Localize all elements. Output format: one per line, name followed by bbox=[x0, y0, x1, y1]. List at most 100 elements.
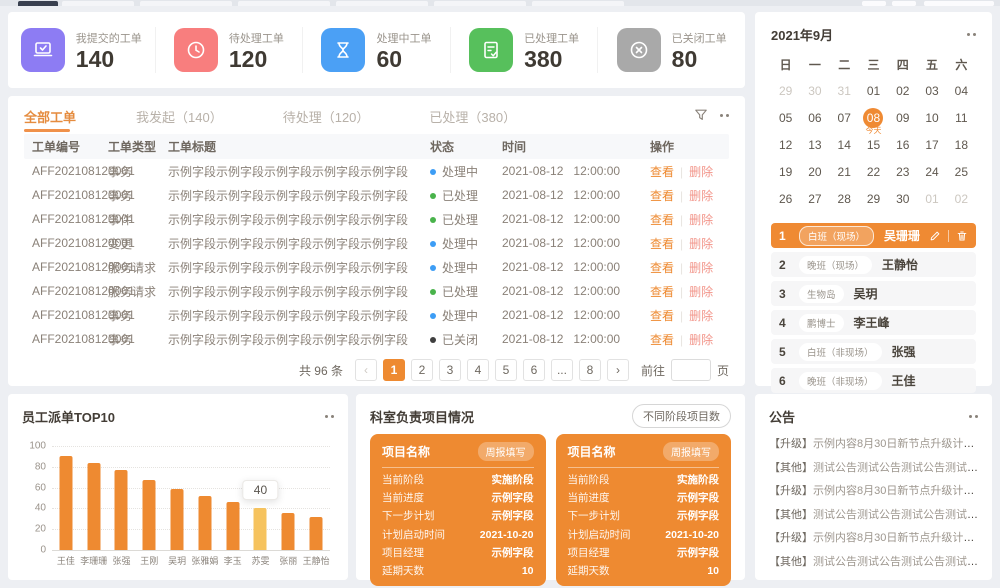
page-button[interactable]: 1 bbox=[383, 359, 405, 381]
browser-tab[interactable] bbox=[434, 1, 526, 6]
calendar-date[interactable]: 27 bbox=[800, 186, 829, 213]
page-button[interactable]: 6 bbox=[523, 359, 545, 381]
calendar-date[interactable]: 16 bbox=[888, 132, 917, 159]
delete-link[interactable]: 删除 bbox=[689, 285, 713, 299]
notice-item[interactable]: 【升级】示例内容8月30日新节点升级计划通知 bbox=[769, 433, 978, 457]
calendar-date[interactable]: 17 bbox=[917, 132, 946, 159]
calendar-date[interactable]: 28 bbox=[830, 186, 859, 213]
bar[interactable] bbox=[310, 517, 323, 550]
tab-我发起（140）[interactable]: 我发起（140） bbox=[136, 97, 223, 134]
next-page-button[interactable]: › bbox=[607, 359, 629, 381]
calendar-date[interactable]: 18 bbox=[947, 132, 976, 159]
roster-row[interactable]: 6晚班（非现场）王佳 bbox=[771, 368, 976, 393]
browser-control[interactable] bbox=[924, 1, 994, 6]
bar[interactable] bbox=[282, 513, 295, 550]
delete-link[interactable]: 删除 bbox=[689, 189, 713, 203]
view-link[interactable]: 查看 bbox=[650, 309, 674, 323]
calendar-date[interactable]: 10 bbox=[917, 105, 946, 132]
page-button[interactable]: 4 bbox=[467, 359, 489, 381]
roster-row[interactable]: 1白班（现场）吴珊珊 bbox=[771, 223, 976, 248]
calendar-date[interactable]: 03 bbox=[917, 78, 946, 105]
roster-row[interactable]: 3生物岛吴玥 bbox=[771, 281, 976, 306]
roster-row[interactable]: 4鹏博士李王峰 bbox=[771, 310, 976, 335]
stage-count-button[interactable]: 不同阶段项目数 bbox=[632, 404, 731, 428]
delete-link[interactable]: 删除 bbox=[689, 333, 713, 347]
bar[interactable] bbox=[59, 456, 72, 550]
calendar-date[interactable]: 01 bbox=[917, 186, 946, 213]
bar[interactable] bbox=[171, 489, 184, 550]
filter-icon[interactable] bbox=[694, 108, 708, 122]
more-icon[interactable] bbox=[967, 33, 976, 36]
view-link[interactable]: 查看 bbox=[650, 237, 674, 251]
calendar-date[interactable]: 30 bbox=[800, 78, 829, 105]
delete-link[interactable]: 删除 bbox=[689, 309, 713, 323]
browser-tab[interactable] bbox=[532, 1, 624, 6]
bar[interactable] bbox=[198, 496, 211, 550]
weekly-report-badge[interactable]: 周报填写 bbox=[663, 442, 719, 461]
browser-control[interactable] bbox=[892, 1, 916, 6]
more-icon[interactable] bbox=[720, 114, 729, 117]
calendar-date[interactable]: 11 bbox=[947, 105, 976, 132]
calendar-date[interactable]: 08今天 bbox=[859, 105, 888, 132]
weekly-report-badge[interactable]: 周报填写 bbox=[478, 442, 534, 461]
calendar-date[interactable]: 09 bbox=[888, 105, 917, 132]
notice-item[interactable]: 【其他】测试公告测试公告测试公告测试公告测试公告 bbox=[769, 504, 978, 528]
goto-page-input[interactable] bbox=[671, 359, 711, 381]
calendar-date[interactable]: 12 bbox=[771, 132, 800, 159]
calendar-date[interactable]: 30 bbox=[888, 186, 917, 213]
tab-待处理（120）[interactable]: 待处理（120） bbox=[283, 97, 370, 134]
tab-全部工单[interactable]: 全部工单 bbox=[24, 97, 76, 134]
prev-page-button[interactable]: ‹ bbox=[355, 359, 377, 381]
calendar-date[interactable]: 04 bbox=[947, 78, 976, 105]
more-icon[interactable] bbox=[325, 415, 334, 418]
calendar-date[interactable]: 13 bbox=[800, 132, 829, 159]
calendar-date[interactable]: 19 bbox=[771, 159, 800, 186]
page-ellipsis[interactable]: ... bbox=[551, 359, 573, 381]
bar[interactable] bbox=[115, 470, 128, 550]
trash-icon[interactable] bbox=[956, 230, 968, 242]
calendar-date[interactable]: 07 bbox=[830, 105, 859, 132]
calendar-date[interactable]: 25 bbox=[947, 159, 976, 186]
view-link[interactable]: 查看 bbox=[650, 333, 674, 347]
notice-item[interactable]: 【升级】示例内容8月30日新节点升级计划通知 bbox=[769, 480, 978, 504]
browser-tab[interactable] bbox=[238, 1, 330, 6]
calendar-date[interactable]: 31 bbox=[830, 78, 859, 105]
view-link[interactable]: 查看 bbox=[650, 165, 674, 179]
calendar-date[interactable]: 29 bbox=[771, 78, 800, 105]
delete-link[interactable]: 删除 bbox=[689, 213, 713, 227]
calendar-date[interactable]: 22 bbox=[859, 159, 888, 186]
calendar-date[interactable]: 05 bbox=[771, 105, 800, 132]
calendar-date[interactable]: 02 bbox=[888, 78, 917, 105]
browser-tab-active[interactable] bbox=[18, 1, 58, 6]
calendar-date[interactable]: 01 bbox=[859, 78, 888, 105]
notice-item[interactable]: 【其他】测试公告测试公告测试公告测试公告测试公告 bbox=[769, 457, 978, 481]
calendar-date[interactable]: 29 bbox=[859, 186, 888, 213]
browser-tab[interactable] bbox=[62, 1, 134, 6]
page-button[interactable]: 5 bbox=[495, 359, 517, 381]
delete-link[interactable]: 删除 bbox=[689, 261, 713, 275]
calendar-date[interactable]: 20 bbox=[800, 159, 829, 186]
notice-item[interactable]: 【其他】测试公告测试公告测试公告测试公告测试公告 bbox=[769, 551, 978, 575]
view-link[interactable]: 查看 bbox=[650, 213, 674, 227]
bar[interactable] bbox=[226, 502, 239, 550]
calendar-date[interactable]: 24 bbox=[917, 159, 946, 186]
calendar-date[interactable]: 02 bbox=[947, 186, 976, 213]
page-button[interactable]: 3 bbox=[439, 359, 461, 381]
calendar-date[interactable]: 26 bbox=[771, 186, 800, 213]
bar[interactable] bbox=[87, 463, 100, 550]
tab-已处理（380）[interactable]: 已处理（380） bbox=[429, 97, 516, 134]
page-button[interactable]: 2 bbox=[411, 359, 433, 381]
notice-item[interactable]: 【升级】示例内容8月30日新节点升级计划通知 bbox=[769, 527, 978, 551]
calendar-date[interactable]: 15 bbox=[859, 132, 888, 159]
edit-icon[interactable] bbox=[929, 230, 941, 242]
browser-control[interactable] bbox=[862, 1, 886, 6]
calendar-date[interactable]: 14 bbox=[830, 132, 859, 159]
page-button[interactable]: 8 bbox=[579, 359, 601, 381]
bar[interactable] bbox=[254, 508, 267, 550]
calendar-date[interactable]: 21 bbox=[830, 159, 859, 186]
bar[interactable] bbox=[143, 480, 156, 550]
calendar-date[interactable]: 06 bbox=[800, 105, 829, 132]
view-link[interactable]: 查看 bbox=[650, 285, 674, 299]
roster-row[interactable]: 2晚班（现场）王静怡 bbox=[771, 252, 976, 277]
delete-link[interactable]: 删除 bbox=[689, 165, 713, 179]
